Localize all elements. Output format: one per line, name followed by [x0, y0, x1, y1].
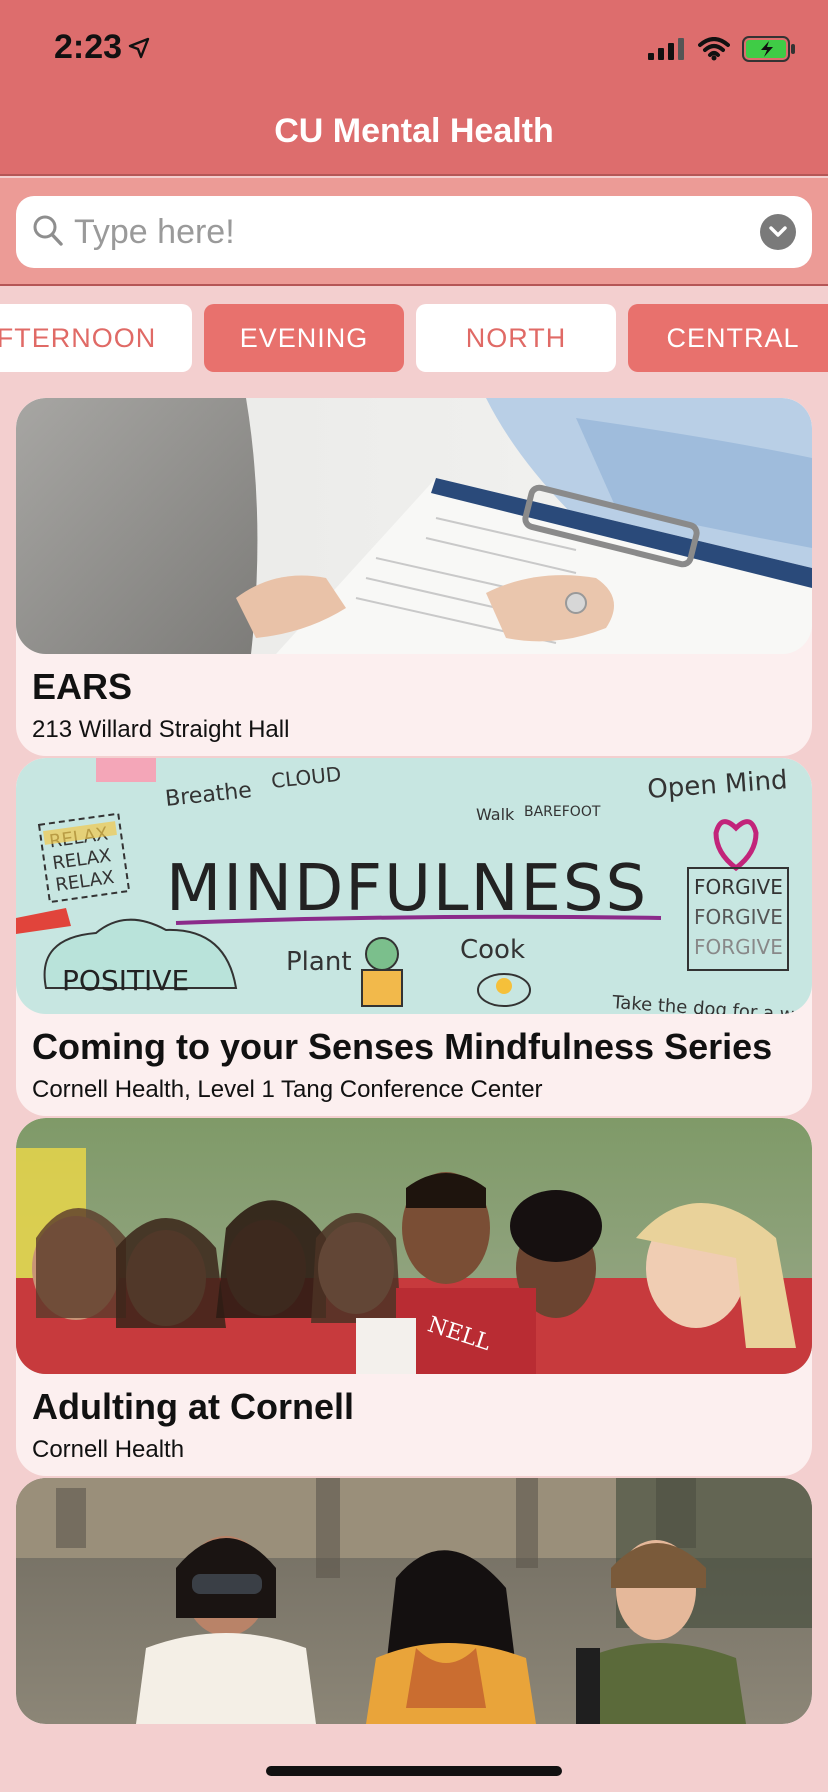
event-location: 213 Willard Straight Hall	[32, 716, 290, 743]
app-title: CU Mental Health	[274, 112, 554, 150]
sketch-forgive-text: FORGIVE	[694, 875, 783, 899]
filter-dropdown-button[interactable]	[760, 214, 796, 250]
status-bar-icons	[648, 36, 796, 62]
event-title: EARS	[32, 666, 133, 707]
students-walking-photo	[16, 1478, 812, 1724]
chip-north[interactable]: NORTH	[416, 304, 616, 372]
clipboard-form-photo	[16, 398, 812, 654]
search-box[interactable]	[16, 196, 812, 268]
event-card-ears[interactable]: EARS 213 Willard Straight Hall	[16, 398, 812, 756]
signal-icon	[648, 38, 684, 60]
event-image: Breathe CLOUD Walk BAREFOOT Open Mind RE…	[16, 758, 812, 1014]
app-header: 2:23 CU Mental Health	[0, 0, 828, 176]
event-location: Cornell Health	[32, 1436, 185, 1463]
wifi-icon	[698, 37, 730, 61]
event-title: Coming to your Senses Mindfulness Series	[32, 1026, 773, 1067]
home-indicator	[266, 1766, 562, 1776]
location-arrow-icon	[128, 37, 150, 58]
sketch-forgive-text: FORGIVE	[694, 905, 783, 929]
event-card-adulting[interactable]: NELL Adulting at Cornell Cornell Health	[16, 1118, 812, 1476]
sketch-plant-text: Plant	[286, 947, 352, 977]
event-title: Adulting at Cornell	[32, 1386, 354, 1427]
students-cheering-photo: NELL	[16, 1118, 812, 1374]
search-input[interactable]	[74, 210, 754, 254]
sketch-mindfulness-text: MINDFULNESS	[166, 852, 648, 926]
sketch-cook-text: Cook	[460, 935, 525, 965]
battery-charging-icon	[742, 36, 795, 62]
mindfulness-sketch-illustration: Breathe CLOUD Walk BAREFOOT Open Mind RE…	[16, 758, 812, 1014]
event-image	[16, 398, 812, 654]
event-card-mindfulness[interactable]: Breathe CLOUD Walk BAREFOOT Open Mind RE…	[16, 758, 812, 1116]
event-image: NELL	[16, 1118, 812, 1374]
event-location: Cornell Health, Level 1 Tang Conference …	[32, 1076, 543, 1103]
sketch-positive-text: POSITIVE	[62, 964, 189, 997]
event-image	[16, 1478, 812, 1724]
search-bar-area	[0, 178, 828, 286]
sketch-barefoot-text: BAREFOOT	[524, 804, 601, 820]
sketch-forgive-text: FORGIVE	[694, 935, 783, 959]
chevron-down-icon	[769, 226, 787, 237]
chip-afternoon[interactable]: AFTERNOON	[0, 304, 192, 372]
sketch-walk-text: Walk	[476, 805, 515, 824]
chip-central[interactable]: CENTRAL	[628, 304, 828, 372]
status-bar-time: 2:23	[54, 28, 150, 67]
search-icon	[33, 215, 63, 246]
filter-chip-row[interactable]: AFTERNOON EVENING NORTH CENTRAL	[0, 304, 828, 372]
clock-text: 2:23	[54, 28, 123, 66]
event-card-students[interactable]	[16, 1478, 812, 1724]
chip-evening[interactable]: EVENING	[204, 304, 404, 372]
